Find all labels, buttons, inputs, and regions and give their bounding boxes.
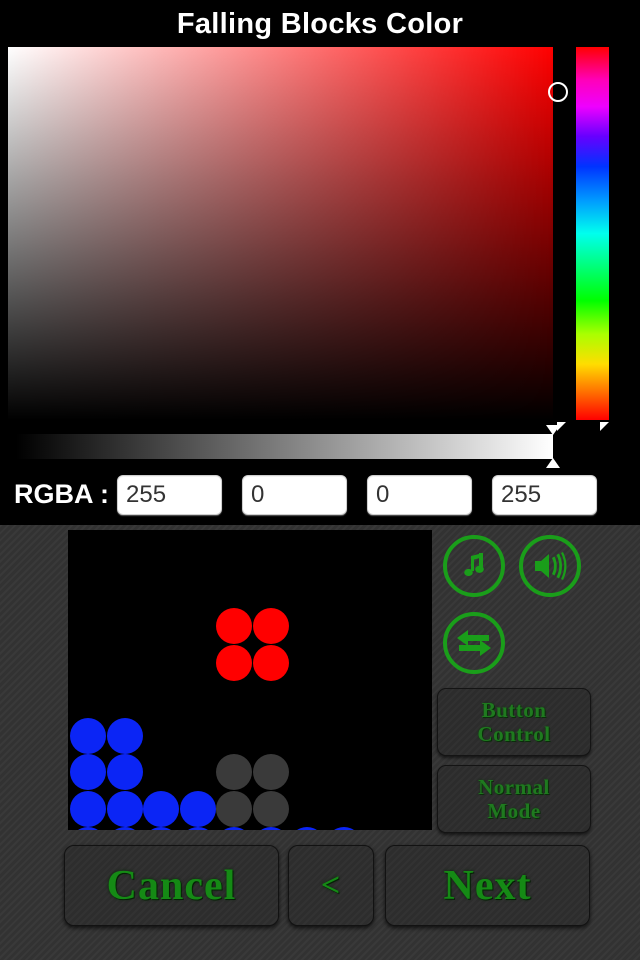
next-button[interactable]: Next	[385, 845, 590, 926]
red-input[interactable]: 255	[117, 474, 222, 515]
game-block	[70, 827, 106, 830]
game-block	[143, 827, 179, 830]
normal-mode-label-line2: Mode	[487, 799, 541, 823]
saturation-value-square[interactable]	[8, 47, 568, 420]
rgba-input-row: RGBA : 255 0 0 255	[0, 472, 640, 517]
game-control-column: Button Control Normal Mode	[436, 530, 592, 833]
cancel-button[interactable]: Cancel	[64, 845, 279, 926]
game-block	[252, 754, 289, 790]
game-block	[252, 827, 289, 830]
music-note-icon	[457, 549, 491, 583]
game-block	[216, 644, 252, 681]
game-block	[216, 754, 252, 790]
game-preview-screen: Button Control Normal Mode Cancel < Next	[0, 525, 640, 960]
game-block	[106, 717, 143, 754]
game-block	[106, 827, 143, 830]
game-block	[70, 754, 106, 790]
game-block	[252, 644, 289, 681]
game-block	[289, 827, 325, 830]
alpha-slider-handle-bottom[interactable]	[546, 458, 560, 468]
sound-toggle-button[interactable]	[519, 535, 581, 597]
back-button[interactable]: <	[288, 845, 374, 926]
game-block	[143, 790, 179, 827]
music-toggle-button[interactable]	[443, 535, 505, 597]
action-button-row: Cancel < Next	[0, 845, 640, 935]
game-block	[325, 827, 362, 830]
game-block	[179, 790, 216, 827]
game-block	[106, 790, 143, 827]
swap-controls-button[interactable]	[443, 612, 505, 674]
page-title: Falling Blocks Color	[176, 8, 464, 40]
game-block	[252, 608, 289, 644]
game-playfield	[68, 530, 432, 830]
swap-arrows-icon	[455, 626, 493, 660]
hue-slider[interactable]	[576, 47, 609, 420]
blue-input[interactable]: 0	[367, 474, 472, 515]
normal-mode-label-line1: Normal	[478, 775, 550, 799]
alpha-input[interactable]: 255	[492, 474, 597, 515]
game-block	[179, 827, 216, 830]
hue-slider-marker	[600, 422, 609, 431]
game-block	[216, 608, 252, 644]
game-block	[70, 717, 106, 754]
green-input[interactable]: 0	[242, 474, 347, 515]
game-block	[106, 754, 143, 790]
normal-mode-button[interactable]: Normal Mode	[437, 765, 591, 833]
button-control-button[interactable]: Button Control	[437, 688, 591, 756]
saturation-value-cursor[interactable]	[548, 82, 568, 102]
game-block	[70, 790, 106, 827]
rgba-label: RGBA :	[14, 479, 109, 509]
game-block	[216, 827, 252, 830]
button-control-label-line2: Control	[477, 722, 551, 746]
game-block	[216, 790, 252, 827]
color-picker-panel: Falling Blocks Color RGBA : 255 0 0 255	[0, 0, 640, 525]
speaker-volume-icon	[532, 550, 568, 582]
alpha-slider[interactable]	[16, 434, 553, 459]
game-block	[252, 790, 289, 827]
button-control-label-line1: Button	[481, 698, 547, 722]
